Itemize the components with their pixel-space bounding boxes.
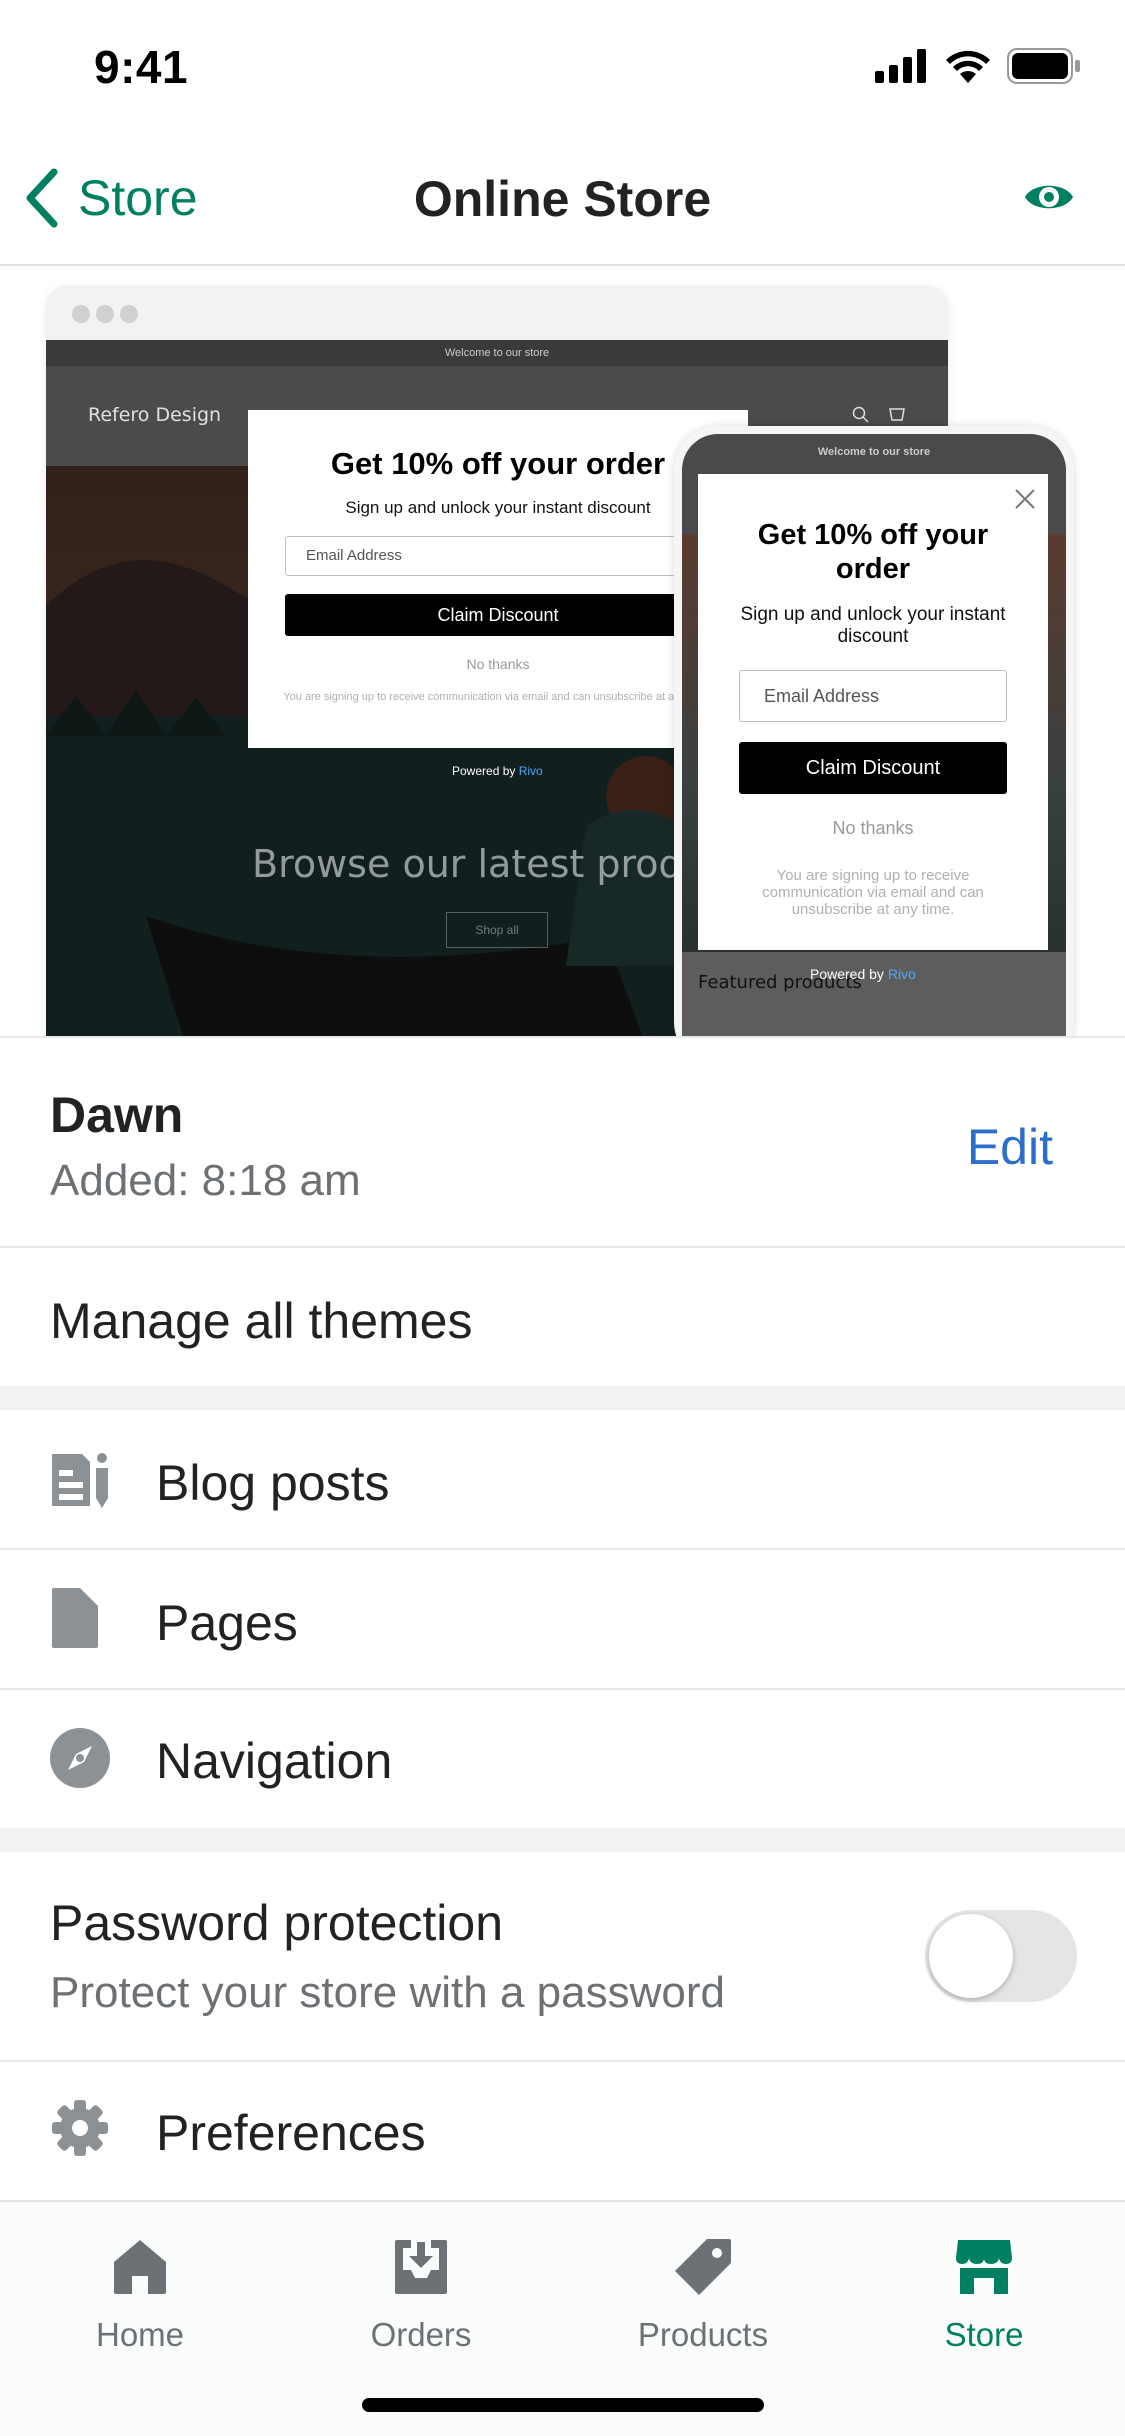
orders-icon — [395, 2240, 447, 2294]
tab-label: Products — [637, 2316, 769, 2353]
popup-powered-by: Powered by Rivo — [810, 966, 916, 982]
mobile-featured-section — [682, 952, 1066, 1036]
tab-home[interactable]: Home — [40, 2232, 240, 2354]
popup-legal-text: You are signing up to receive communicat… — [283, 691, 713, 703]
password-toggle[interactable] — [925, 1910, 1077, 2002]
content-item-label: Navigation — [156, 1733, 393, 1789]
eye-icon — [1025, 185, 1073, 209]
section-divider — [0, 1386, 1125, 1410]
page-title: Online Store — [413, 171, 712, 227]
mobile-announcement-bar: Welcome to our store — [817, 446, 931, 458]
home-indicator — [362, 2398, 764, 2412]
content-item-blog-posts[interactable]: Blog posts — [0, 1410, 1125, 1550]
page-icon — [52, 1588, 98, 1648]
theme-name: Dawn — [50, 1087, 184, 1143]
search-icon — [852, 406, 869, 423]
status-bar: 9:41 — [0, 0, 1125, 132]
powered-prefix: Powered by — [452, 764, 516, 778]
window-dot — [96, 305, 114, 323]
content-item-label: Pages — [156, 1595, 298, 1651]
gear-icon — [52, 2100, 108, 2156]
tab-products[interactable]: Products — [603, 2232, 803, 2354]
theme-added-time: Added: 8:18 am — [50, 1156, 361, 1205]
cellular-icon — [875, 49, 926, 83]
browser-chrome — [46, 286, 948, 340]
popup-email-field: Email Address — [739, 670, 1007, 722]
popup-title: Get 10% off your order — [330, 446, 666, 481]
status-icons — [875, 48, 1081, 84]
home-icon — [114, 2240, 166, 2294]
announcement-bar: Welcome to our store — [46, 340, 948, 366]
password-protection-row: Password protection Protect your store w… — [0, 1852, 1125, 2062]
edit-theme-button[interactable]: Edit — [967, 1118, 1053, 1176]
powered-brand: Rivo — [887, 966, 916, 982]
battery-icon — [1007, 48, 1080, 84]
manage-themes-label: Manage all themes — [50, 1293, 473, 1349]
popup-dismiss-link: No thanks — [832, 818, 914, 838]
window-dot — [120, 305, 138, 323]
discount-popup-desktop: Get 10% off your order Sign up and unloc… — [248, 410, 748, 748]
popup-claim-button: Claim Discount — [739, 742, 1007, 794]
mobile-site: Welcome to our store Featured products G… — [682, 434, 1066, 1036]
site-brand: Refero Design — [88, 404, 222, 426]
compass-icon — [50, 1728, 110, 1788]
popup-claim-button: Claim Discount — [285, 594, 711, 636]
powered-prefix: Powered by — [810, 966, 884, 982]
view-store-button[interactable] — [1023, 174, 1075, 225]
tab-label: Store — [944, 2316, 1024, 2353]
preferences-label: Preferences — [156, 2105, 426, 2161]
window-dot — [72, 305, 90, 323]
popup-powered-by: Powered by Rivo — [452, 764, 543, 778]
cart-icon — [889, 408, 905, 421]
hero-button: Shop all — [446, 912, 548, 948]
navigation-bar: Store Online Store — [0, 132, 1125, 266]
content-item-label: Blog posts — [156, 1455, 390, 1511]
popup-legal-text: You are signing up to receive communicat… — [762, 867, 984, 918]
tag-icon — [675, 2239, 731, 2295]
current-theme-row: Dawn Added: 8:18 am Edit — [0, 1036, 1125, 1248]
blog-posts-icon — [52, 1453, 108, 1508]
tab-orders[interactable]: Orders — [321, 2232, 521, 2354]
popup-subtitle: Sign up and unlock your instant discount — [345, 498, 651, 517]
popup-email-field: Email Address — [285, 536, 711, 576]
preferences-row[interactable]: Preferences — [0, 2062, 1125, 2200]
popup-title: Get 10% off your order — [757, 519, 989, 585]
manage-themes-row[interactable]: Manage all themes — [0, 1248, 1125, 1386]
store-icon — [956, 2240, 1012, 2294]
close-icon — [1015, 489, 1035, 509]
tab-label: Orders — [370, 2316, 472, 2353]
status-time: 9:41 — [94, 41, 189, 93]
mobile-preview: Welcome to our store Featured products G… — [674, 426, 1074, 1036]
popup-subtitle: Sign up and unlock your instant discount — [740, 604, 1006, 647]
content-item-pages[interactable]: Pages — [0, 1550, 1125, 1690]
theme-preview[interactable]: Welcome to our store Refero Design Brows… — [0, 268, 1125, 1036]
powered-brand: Rivo — [518, 764, 543, 778]
password-subtitle: Protect your store with a password — [50, 1968, 725, 2017]
toggle-knob — [929, 1914, 1013, 1998]
content-item-navigation[interactable]: Navigation — [0, 1690, 1125, 1828]
section-divider — [0, 1828, 1125, 1852]
tab-store[interactable]: Store — [884, 2232, 1084, 2354]
password-title: Password protection — [50, 1895, 504, 1951]
discount-popup-mobile: Get 10% off your order Sign up and unloc… — [698, 474, 1048, 950]
tab-label: Home — [95, 2316, 185, 2353]
popup-dismiss-link: No thanks — [466, 656, 530, 672]
wifi-icon — [946, 50, 990, 83]
